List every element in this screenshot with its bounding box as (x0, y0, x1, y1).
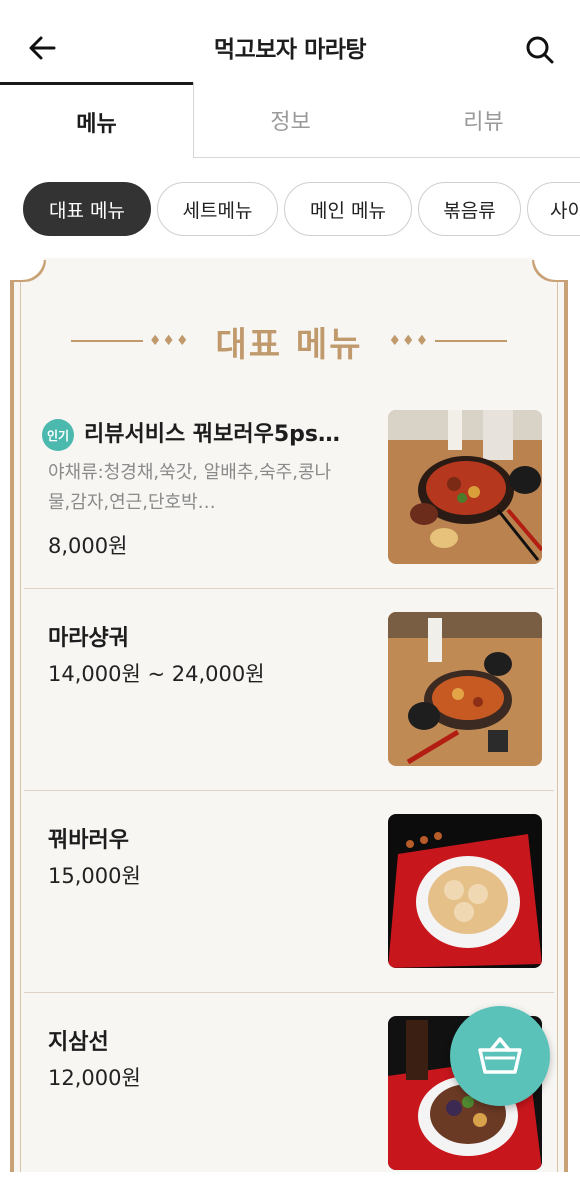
section-header: ♦♦♦ 대표 메뉴 ♦♦♦ (14, 318, 564, 365)
chip-side-menu[interactable]: 사이 (527, 182, 580, 236)
menu-item-photo (388, 814, 542, 968)
tab-review[interactable]: 리뷰 (387, 82, 580, 158)
menu-item-photo (388, 410, 542, 564)
menu-item-description: 야채류:청경채,쑥갓, 알배추,숙주,콩나물,감자,연근,단호박… (48, 462, 332, 513)
section-title: 대표 메뉴 (215, 324, 363, 365)
menu-item-name: 마라샹궈 (48, 626, 129, 651)
menu-item-photo (388, 612, 542, 766)
menu-item-price: 8,000원 (48, 534, 128, 558)
search-button[interactable] (518, 28, 562, 72)
tab-bar: 메뉴 정보 리뷰 (0, 82, 580, 158)
ornament-left: ♦♦♦ (70, 333, 196, 349)
shopping-basket-icon (478, 1037, 522, 1074)
menu-item-name: 지삼선 (48, 1030, 109, 1055)
search-icon (526, 36, 554, 64)
cart-button[interactable] (450, 1006, 550, 1106)
menu-item-name: 리뷰서비스 꿔보러우5ps… (84, 422, 340, 447)
ornament-right: ♦♦♦ (382, 333, 508, 349)
chip-main-menu[interactable]: 메인 메뉴 (284, 182, 412, 236)
item-divider (24, 992, 554, 993)
app-header: 먹고보자 마라탕 (0, 0, 580, 92)
chip-set-menu[interactable]: 세트메뉴 (157, 182, 278, 236)
tab-info[interactable]: 정보 (193, 82, 387, 158)
menu-item-price: 12,000원 (48, 1066, 141, 1090)
menu-item-price: 15,000원 (48, 864, 141, 888)
chip-featured-menu[interactable]: 대표 메뉴 (23, 182, 151, 236)
menu-item[interactable]: 인기 리뷰서비스 꿔보러우5ps… 야채류:청경채,쑥갓, 알배추,숙주,콩나물,… (24, 388, 554, 588)
item-divider (24, 588, 554, 589)
menu-item[interactable]: 꿔바러우 15,000원 (24, 792, 554, 992)
menu-item-name-row: 인기 리뷰서비스 꿔보러우5ps… (42, 416, 340, 451)
item-divider (24, 790, 554, 791)
popular-badge: 인기 (42, 419, 74, 451)
panel-corner-decoration (534, 258, 568, 280)
menu-item[interactable]: 마라샹궈 14,000원 ~ 24,000원 (24, 590, 554, 790)
chip-stir-fry[interactable]: 볶음류 (418, 182, 521, 236)
category-chip-bar: 대표 메뉴 세트메뉴 메인 메뉴 볶음류 사이 (0, 180, 580, 240)
page-title: 먹고보자 마라탕 (213, 37, 367, 63)
panel-corner-decoration (10, 258, 44, 280)
tab-menu[interactable]: 메뉴 (0, 82, 193, 158)
menu-item-name: 꿔바러우 (48, 828, 129, 853)
menu-item-price: 14,000원 ~ 24,000원 (48, 662, 265, 686)
